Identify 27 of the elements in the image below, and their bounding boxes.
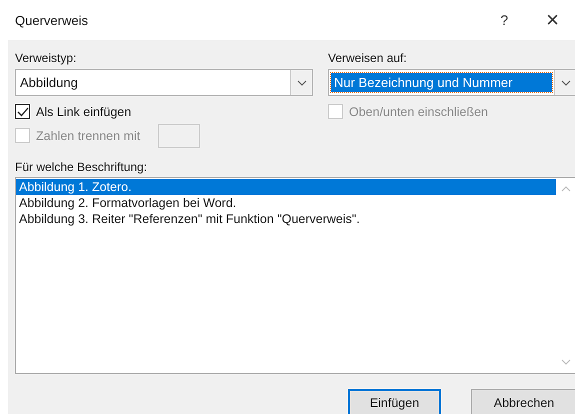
field-label: Für welche Beschriftung: bbox=[15, 159, 148, 175]
separator-input-field[interactable] bbox=[158, 124, 200, 148]
dropdown-button[interactable] bbox=[290, 70, 312, 95]
checkbox[interactable] bbox=[15, 104, 30, 119]
checkbox-label: Zahlen trennen mit bbox=[36, 128, 140, 142]
close-button[interactable]: × bbox=[546, 9, 559, 31]
checkbox-label: Oben/unten einschließen bbox=[349, 104, 488, 118]
chevron-down-icon bbox=[560, 80, 570, 86]
dialog-button[interactable]: Abbrechen bbox=[471, 389, 575, 414]
dialog-button[interactable]: Einfügen bbox=[348, 389, 441, 414]
reference-type-dropdown[interactable]: Abbildung bbox=[15, 69, 313, 96]
dropdown-button[interactable] bbox=[554, 70, 575, 95]
dropdown-value: Abbildung bbox=[19, 75, 79, 90]
checkbox-label: Als Link einfügen bbox=[36, 104, 132, 118]
list-item[interactable]: Abbildung 1. Zotero. bbox=[16, 179, 556, 195]
field-label: Verweistyp: bbox=[15, 50, 78, 66]
reference-to-dropdown[interactable]: Nur Bezeichnung und Nummer bbox=[328, 69, 575, 96]
chevron-down-icon bbox=[296, 80, 306, 86]
list-item[interactable]: Abbildung 3. Reiter "Referenzen" mit Funktion "Querverweis". bbox=[16, 211, 556, 227]
scroll-down-icon[interactable] bbox=[561, 359, 571, 365]
list-item[interactable]: Abbildung 2. Formatvorlagen bei Word. bbox=[16, 195, 556, 211]
scroll-up-icon[interactable] bbox=[561, 186, 571, 192]
window-title: Querverweis bbox=[15, 12, 89, 28]
help-button[interactable]: ? bbox=[500, 12, 508, 28]
caption-list[interactable]: Abbildung 1. Zotero. Abbildung 2. Formatvorlagen bei Word. Abbildung 3. Reiter "Referenzen" mit Funktion "Querverweis". bbox=[15, 177, 575, 374]
dropdown-value: Nur Bezeichnung und Nummer bbox=[331, 73, 552, 92]
field-label: Verweisen auf: bbox=[328, 50, 408, 66]
